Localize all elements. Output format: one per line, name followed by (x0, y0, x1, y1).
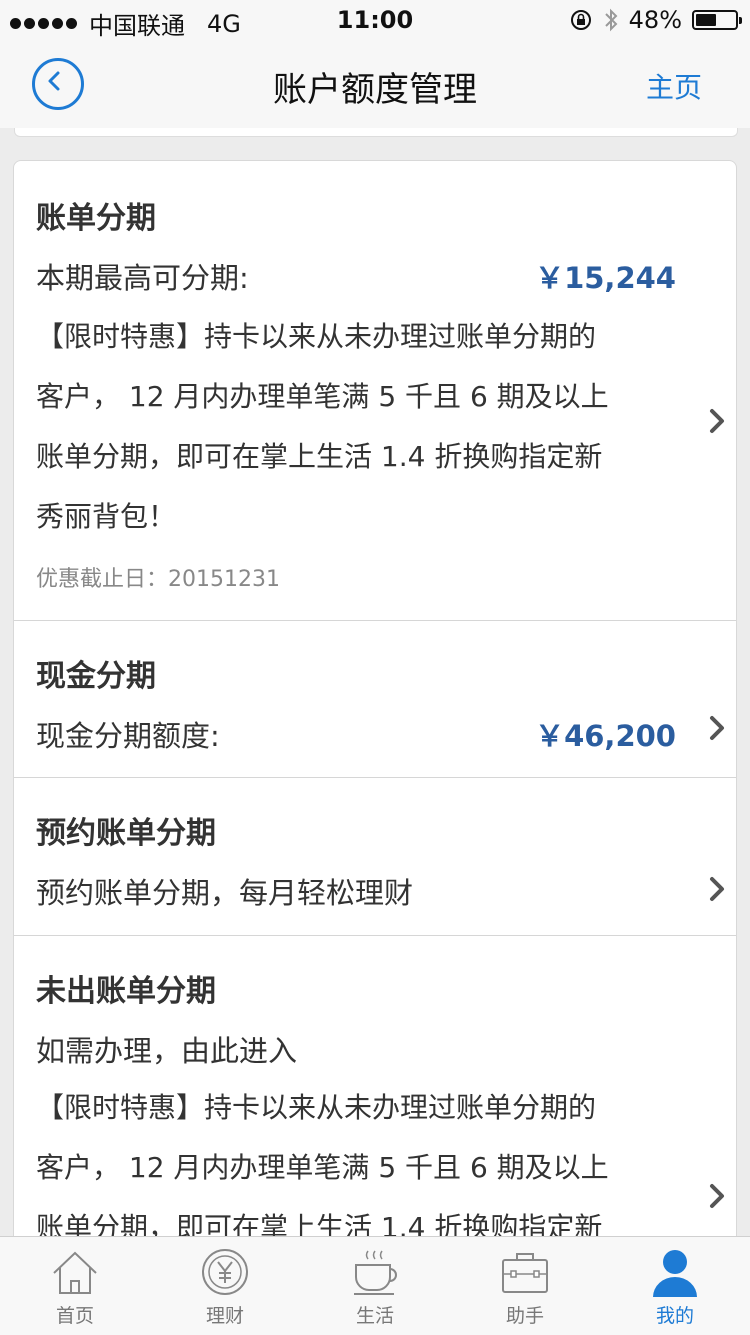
amount-row: 现金分期额度: ￥46,200 (36, 713, 676, 755)
yen-coin-icon (202, 1249, 248, 1295)
offer-deadline: 优惠截止日：20151231 (36, 567, 280, 592)
section-title: 未出账单分期 (36, 974, 216, 1009)
chevron-right-icon (710, 409, 724, 433)
chevron-right-icon (710, 877, 724, 901)
tab-bar: 首页 理财 生活 助手 我的 (0, 1236, 750, 1335)
amount-label: 本期最高可分期: (36, 261, 249, 295)
tab-home[interactable]: 首页 (0, 1237, 150, 1335)
promo-line: 客户， 12 月内办理单笔满 5 千且 6 期及以上 (36, 380, 609, 413)
promo-line: 【限时特惠】持卡以来从未办理过账单分期的 (36, 320, 597, 353)
rotation-lock-icon (570, 10, 591, 30)
amount-value: ￥15,244 (535, 261, 676, 295)
status-right: 48% (569, 6, 742, 34)
tab-label: 助手 (505, 1305, 544, 1327)
bill-installment-section[interactable]: 账单分期 本期最高可分期: ￥15,244 【限时特惠】持卡以来从未办理过账单分… (14, 161, 736, 621)
amount-row: 本期最高可分期: ￥15,244 (36, 255, 676, 297)
section-title: 账单分期 (36, 201, 156, 236)
promo-line: 秀丽背包！ (36, 500, 177, 533)
section-description: 预约账单分期，每月轻松理财 (36, 870, 676, 912)
navigation-bar: 账户额度管理 主页 (0, 40, 750, 128)
person-icon (653, 1250, 697, 1297)
unbilled-installment-section[interactable]: 未出账单分期 如需办理，由此进入 【限时特惠】持卡以来从未办理过账单分期的 客户… (14, 936, 736, 1251)
chevron-right-icon (710, 716, 724, 740)
section-description: 如需办理，由此进入 (36, 1028, 676, 1070)
tab-label: 理财 (205, 1305, 244, 1327)
home-link[interactable]: 主页 (646, 66, 702, 106)
tab-label: 首页 (55, 1305, 94, 1327)
description-text: 预约账单分期，每月轻松理财 (36, 876, 414, 910)
tab-label: 我的 (655, 1305, 694, 1327)
section-title: 现金分期 (36, 659, 156, 694)
page-title: 账户额度管理 (273, 70, 477, 110)
section-title: 预约账单分期 (36, 816, 216, 851)
home-icon (53, 1251, 97, 1294)
promo-line: 【限时特惠】持卡以来从未办理过账单分期的 (36, 1091, 597, 1124)
scheduled-bill-installment-section[interactable]: 预约账单分期 预约账单分期，每月轻松理财 (14, 778, 736, 936)
description-text: 如需办理，由此进入 (36, 1034, 298, 1068)
tab-finance[interactable]: 理财 (150, 1237, 300, 1335)
promo-line: 账单分期，即可在掌上生活 1.4 折换购指定新 (36, 440, 603, 473)
installment-list: 账单分期 本期最高可分期: ￥15,244 【限时特惠】持卡以来从未办理过账单分… (13, 160, 737, 1252)
tab-assistant[interactable]: 助手 (450, 1237, 600, 1335)
promo-description: 【限时特惠】持卡以来从未办理过账单分期的 客户， 12 月内办理单笔满 5 千且… (36, 1078, 676, 1251)
bluetooth-icon (604, 8, 618, 32)
coffee-cup-icon (354, 1250, 397, 1295)
briefcase-icon (502, 1253, 548, 1293)
tab-label: 生活 (355, 1305, 394, 1327)
previous-card-edge (14, 128, 738, 137)
battery-percent: 48% (628, 6, 682, 34)
tab-life[interactable]: 生活 (300, 1237, 450, 1335)
promo-description: 【限时特惠】持卡以来从未办理过账单分期的 客户， 12 月内办理单笔满 5 千且… (36, 307, 676, 547)
battery-icon (692, 10, 742, 30)
amount-label: 现金分期额度: (36, 719, 220, 753)
amount-value: ￥46,200 (535, 719, 676, 753)
promo-line: 客户， 12 月内办理单笔满 5 千且 6 期及以上 (36, 1151, 609, 1184)
cash-installment-section[interactable]: 现金分期 现金分期额度: ￥46,200 (14, 621, 736, 778)
tab-mine[interactable]: 我的 (600, 1237, 750, 1335)
status-bar: 中国联通 4G 11:00 48% (0, 0, 750, 40)
chevron-right-icon (710, 1184, 724, 1208)
